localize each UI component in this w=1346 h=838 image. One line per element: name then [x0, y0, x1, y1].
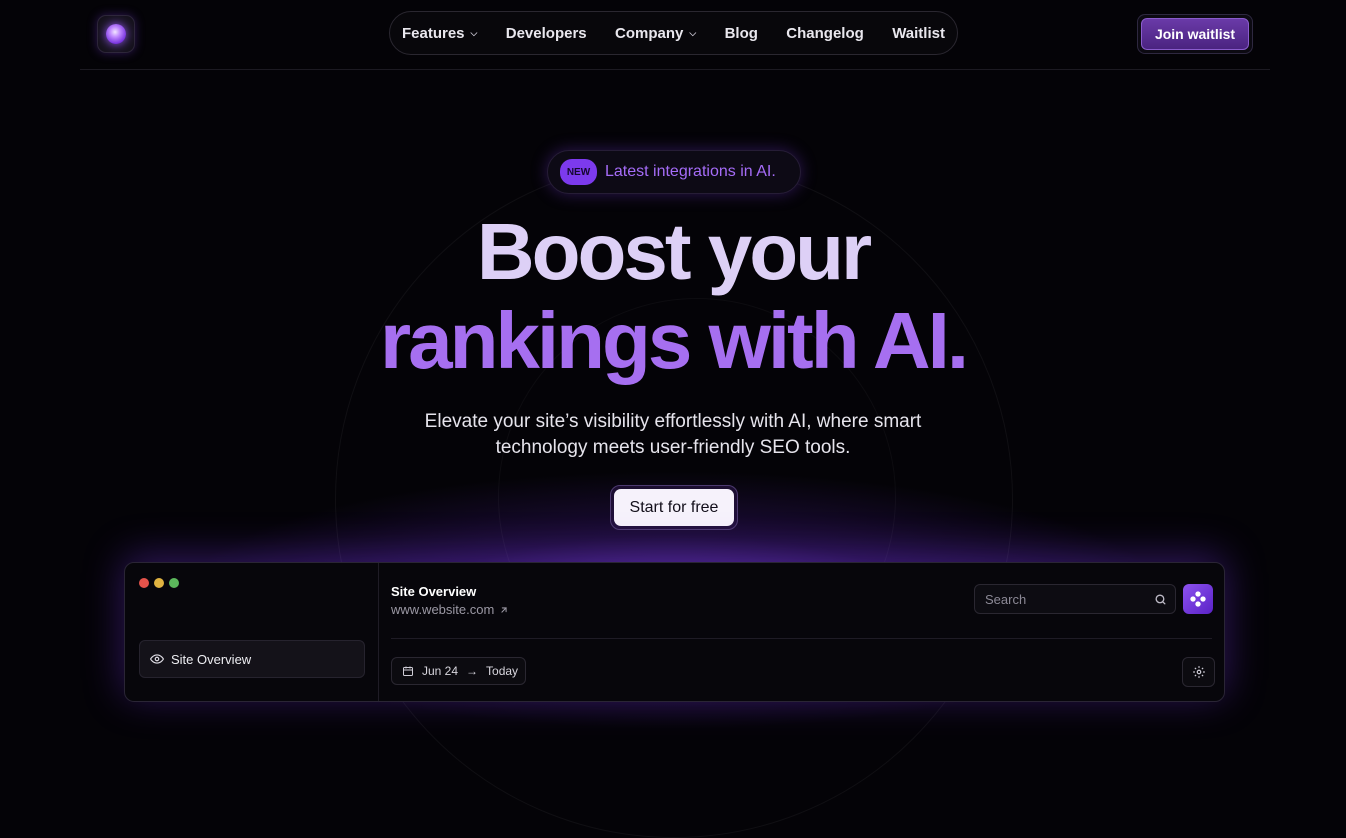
search-box [974, 584, 1176, 614]
nav-label: Developers [505, 24, 587, 42]
nav-label: Features [402, 24, 465, 42]
hero-title-line1: Boost your [476, 207, 872, 296]
sidebar-item-label: Site Overview [171, 651, 252, 667]
sidebar-item-site-overview[interactable]: Site Overview [139, 640, 365, 678]
app-main: Site Overview www.website.com Jun 24 → [379, 563, 1224, 701]
start-button-wrapper: Start for free [610, 485, 738, 530]
arrow-right-icon: → [466, 664, 479, 678]
hero-subtitle: Elevate your site’s visibility effortles… [373, 409, 973, 461]
calendar-icon [403, 666, 413, 676]
app-sidebar: Site Overview [125, 563, 379, 701]
site-url: www.website.com [391, 602, 495, 617]
logo-icon [1190, 591, 1206, 607]
date-from: Jun 24 [422, 664, 459, 678]
date-to: Today [486, 664, 519, 678]
hero-title: Boost your rankings with AI. [0, 210, 1346, 388]
chevron-down-icon: ⌵ [470, 27, 478, 38]
settings-icon [1192, 666, 1205, 678]
nav-item-waitlist[interactable]: Waitlist [892, 25, 945, 42]
date-range-selector[interactable]: Jun 24 → Today [391, 657, 526, 685]
join-waitlist-button[interactable]: Join waitlist [1141, 18, 1249, 50]
window-minimize-dot[interactable] [154, 578, 164, 588]
announcement-text: Latest integrations in AI. [605, 163, 776, 180]
eye-icon [150, 654, 164, 664]
search-icon[interactable] [1154, 593, 1167, 606]
hero-title-line2: rankings with AI. [379, 296, 969, 385]
nav-label: Company [615, 24, 684, 42]
nav-item-company[interactable]: Company ⌵ [615, 25, 696, 42]
chevron-down-icon: ⌵ [689, 27, 697, 38]
announcement-badge[interactable]: NEW Latest integrations in AI. [547, 150, 801, 194]
settings-button[interactable] [1182, 657, 1215, 687]
window-close-dot[interactable] [139, 578, 149, 588]
logo-orb-icon [106, 24, 126, 44]
app-logo-button[interactable] [1183, 584, 1213, 614]
hero-subtitle-line2: technology meets user-friendly SEO tools… [495, 437, 851, 458]
logo[interactable] [97, 15, 135, 53]
divider [391, 638, 1212, 639]
new-tag: NEW [560, 159, 597, 185]
nav-item-features[interactable]: Features ⌵ [402, 25, 477, 42]
external-link-icon [501, 606, 507, 613]
nav-label: Blog [724, 24, 758, 42]
nav-item-changelog[interactable]: Changelog [786, 25, 864, 42]
app-page-title: Site Overview [391, 584, 477, 599]
hero-subtitle-line1: Elevate your site’s visibility effortles… [424, 411, 922, 432]
start-for-free-button[interactable]: Start for free [614, 489, 734, 526]
search-input[interactable] [983, 590, 1137, 608]
window-maximize-dot[interactable] [169, 578, 179, 588]
site-header: Features ⌵ Developers Company ⌵ Blog Cha… [80, 0, 1270, 70]
nav-label: Waitlist [892, 24, 945, 42]
nav-item-developers[interactable]: Developers [506, 25, 587, 42]
main-nav: Features ⌵ Developers Company ⌵ Blog Cha… [389, 11, 958, 55]
site-url-link[interactable]: www.website.com [391, 602, 509, 617]
app-preview-window: Site Overview Site Overview www.website.… [124, 562, 1225, 702]
join-waitlist-wrapper: Join waitlist [1137, 14, 1253, 54]
nav-item-blog[interactable]: Blog [725, 25, 758, 42]
nav-label: Changelog [786, 24, 864, 42]
